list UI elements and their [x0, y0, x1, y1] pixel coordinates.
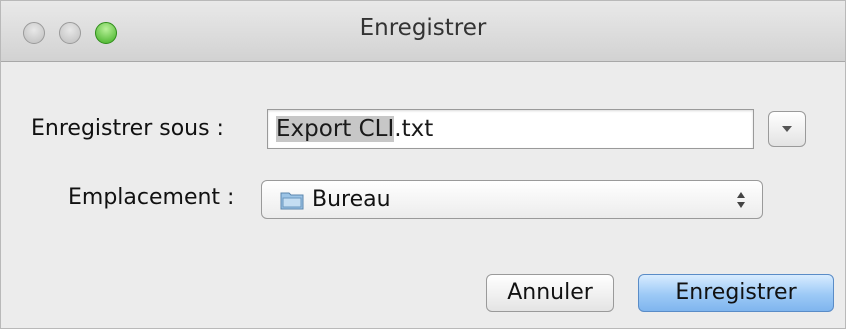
updown-arrows-icon — [737, 192, 745, 208]
location-label: Emplacement : — [68, 185, 235, 210]
save-as-label: Enregistrer sous : — [31, 116, 224, 141]
cancel-button[interactable]: Annuler — [486, 274, 614, 312]
location-select[interactable]: Bureau — [261, 180, 763, 219]
expand-button[interactable] — [768, 111, 806, 147]
window-title: Enregistrer — [359, 15, 487, 41]
save-dialog: Enregistrer Enregistrer sous : Export CL… — [0, 0, 846, 329]
save-button[interactable]: Enregistrer — [638, 274, 834, 312]
filename-extension-text: .txt — [394, 116, 434, 142]
filename-selected-text: Export CLI — [276, 116, 395, 142]
folder-icon — [280, 192, 304, 210]
chevron-down-icon — [782, 126, 792, 132]
title-bar[interactable]: Enregistrer — [1, 1, 845, 62]
filename-input[interactable]: Export CLI.txt — [267, 109, 754, 149]
location-value: Bureau — [312, 187, 391, 212]
